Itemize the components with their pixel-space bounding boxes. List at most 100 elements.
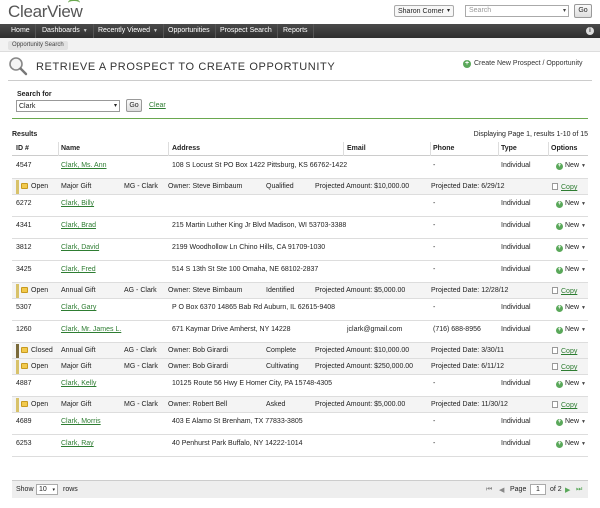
row-address: 10125 Route 56 Hwy E Homer City, PA 1574… — [172, 380, 333, 387]
nav-item[interactable]: Recently Viewed ▼ — [93, 24, 164, 38]
prospect-name-link[interactable]: Clark, Gary — [61, 304, 96, 311]
new-opportunity-button[interactable]: + New ▼ — [556, 266, 586, 274]
chevron-down-icon: ▼ — [581, 305, 586, 311]
first-page-icon[interactable]: ⏮ — [486, 486, 492, 494]
copy-icon — [552, 401, 558, 408]
prev-page-icon[interactable]: ◀ — [499, 486, 504, 494]
clearview-logo[interactable]: ClearView — [8, 0, 83, 22]
page-number-input[interactable]: 1 — [530, 484, 546, 495]
prospect-name-link[interactable]: Clark, Billy — [61, 200, 94, 207]
opp-kind: Annual Gift — [61, 287, 96, 294]
row-id: 6253 — [16, 440, 32, 447]
prospect-name-link[interactable]: Clark, Ms. Ann — [61, 162, 107, 169]
plus-icon: + — [463, 60, 471, 68]
new-label: New — [565, 304, 580, 311]
column-header[interactable]: ID # — [16, 145, 29, 152]
user-select[interactable]: Sharon Corner ▾ — [394, 5, 454, 17]
opportunity-row: Open Major Gift MG - Clark Owner: Steve Bir… — [12, 179, 588, 195]
prospect-name-link[interactable]: Clark, David — [61, 244, 99, 251]
main-nav: Home Dashboards ▼ Recently Viewed ▼ Opportuni… — [0, 24, 600, 38]
nav-item[interactable]: Dashboards ▼ — [37, 24, 94, 38]
plus-icon: + — [556, 245, 563, 252]
copy-icon — [552, 363, 558, 370]
chevron-down-icon: ▼ — [581, 267, 586, 273]
plus-icon: + — [556, 381, 563, 388]
column-header[interactable]: Options — [551, 145, 577, 152]
opp-owner: Owner: Robert Bell — [168, 401, 228, 408]
new-opportunity-button[interactable]: + New ▼ — [556, 244, 586, 252]
new-opportunity-button[interactable]: + New ▼ — [556, 304, 586, 312]
prospect-name-link[interactable]: Clark, Fred — [61, 266, 96, 273]
row-phone: - — [433, 244, 436, 251]
nav-item[interactable]: Home — [6, 24, 36, 38]
next-page-icon[interactable]: ▶ — [565, 486, 570, 494]
column-header[interactable]: Address — [172, 145, 200, 152]
copy-link[interactable]: Copy — [561, 184, 577, 191]
search-for-input[interactable]: Clark ▾ — [16, 100, 120, 112]
opp-kind: Major Gift — [61, 183, 92, 190]
opp-code: AG - Clark — [124, 287, 157, 294]
row-address: 514 S 13th St Ste 100 Omaha, NE 68102-28… — [172, 266, 319, 273]
column-divider — [168, 142, 169, 156]
opp-date: Projected Date: 6/11/12 — [431, 363, 505, 370]
prospect-name-link[interactable]: Clark, Morris — [61, 418, 101, 425]
prospect-name-link[interactable]: Clark, Ray — [61, 440, 94, 447]
opp-date: Projected Date: 12/28/12 — [431, 287, 509, 294]
chevron-down-icon: ▾ — [113, 103, 117, 109]
plus-icon: + — [556, 163, 563, 170]
opp-stage: Qualified — [266, 183, 294, 190]
row-type: Individual — [501, 418, 531, 425]
column-header[interactable]: Email — [347, 145, 366, 152]
new-opportunity-button[interactable]: + New ▼ — [556, 326, 586, 334]
nav-item[interactable]: Reports — [278, 24, 314, 38]
nav-item[interactable]: Prospect Search — [215, 24, 278, 38]
table-row: 5307 Clark, Gary P O Box 6370 14865 Bab Rd… — [12, 299, 588, 321]
column-header[interactable]: Phone — [433, 145, 454, 152]
last-page-icon[interactable]: ⏭ — [576, 486, 582, 494]
info-icon[interactable]: i — [586, 27, 594, 35]
row-id: 6272 — [16, 200, 32, 207]
row-email: jclark@gmail.com — [347, 326, 403, 333]
new-opportunity-button[interactable]: + New ▼ — [556, 162, 586, 170]
folder-icon — [21, 347, 28, 353]
copy-link[interactable]: Copy — [561, 348, 577, 355]
new-opportunity-button[interactable]: + New ▼ — [556, 222, 586, 230]
rows-per-page-select[interactable]: 10 ▾ — [36, 484, 58, 495]
clear-link[interactable]: Clear — [149, 102, 166, 109]
opp-status: Open — [31, 183, 49, 190]
new-opportunity-button[interactable]: + New ▼ — [556, 418, 586, 426]
new-opportunity-button[interactable]: + New ▼ — [556, 440, 586, 448]
opp-amount: Projected Amount: $10,000.00 — [315, 183, 410, 190]
breadcrumb-item[interactable]: Opportunity Search — [8, 41, 68, 50]
global-search-go-button[interactable]: Go — [574, 4, 592, 18]
opp-date: Projected Date: 11/30/12 — [431, 401, 508, 408]
prospect-name-link[interactable]: Clark, Kelly — [61, 380, 96, 387]
copy-link[interactable]: Copy — [561, 402, 577, 409]
search-go-button[interactable]: Go — [126, 99, 142, 112]
prospect-name-link[interactable]: Clark, Brad — [61, 222, 96, 229]
copy-icon — [552, 183, 558, 190]
plus-icon: + — [556, 267, 563, 274]
row-type: Individual — [501, 162, 531, 169]
column-divider — [343, 142, 344, 156]
new-opportunity-button[interactable]: + New ▼ — [556, 200, 586, 208]
rows-label: rows — [63, 486, 78, 493]
column-header[interactable]: Type — [501, 145, 517, 152]
row-address: 2199 Woodhollow Ln Chino Hills, CA 91709… — [172, 244, 326, 251]
create-prospect-link[interactable]: + Create New Prospect / Opportunity — [463, 60, 583, 68]
row-type: Individual — [501, 266, 531, 273]
global-search-input[interactable]: Search ▾ — [465, 5, 569, 17]
row-id: 1260 — [16, 326, 32, 333]
column-header[interactable]: Name — [61, 145, 80, 152]
copy-link[interactable]: Copy — [561, 288, 577, 295]
status-bar — [16, 180, 19, 194]
table-row: 6253 Clark, Ray 40 Penhurst Park Buffalo, … — [12, 435, 588, 457]
plus-icon: + — [556, 327, 563, 334]
folder-icon — [21, 401, 28, 407]
prospect-name-link[interactable]: Clark, Mr. James L. — [61, 326, 121, 333]
new-opportunity-button[interactable]: + New ▼ — [556, 380, 586, 388]
nav-item[interactable]: Opportunities — [163, 24, 216, 38]
table-row: 1260 Clark, Mr. James L. 671 Kaymar Drive … — [12, 321, 588, 343]
table-row: 4547 Clark, Ms. Ann 108 S Locust St PO Box… — [12, 157, 588, 179]
copy-link[interactable]: Copy — [561, 364, 577, 371]
